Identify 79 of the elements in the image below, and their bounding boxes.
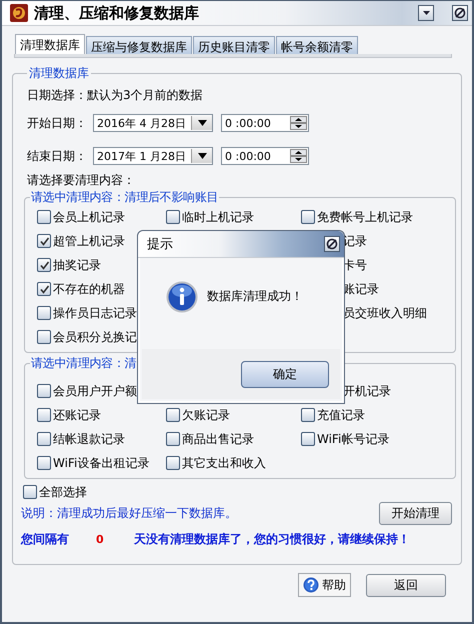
start-cleanup-button[interactable]: 开始清理 [379, 502, 452, 524]
dropdown-button[interactable] [191, 149, 212, 163]
checkbox-label: 抽奖记录 [53, 256, 101, 274]
checkbox-label: 会员上机记录 [53, 208, 125, 226]
section-title: 请选中清理内容：清 [30, 355, 138, 372]
close-icon [326, 238, 338, 250]
ok-button[interactable]: 确定 [241, 360, 329, 388]
checkbox-label: WiFi帐号记录 [317, 430, 390, 448]
checkbox[interactable] [301, 210, 315, 224]
caret-icon [198, 153, 206, 159]
minimize-button[interactable] [418, 5, 434, 21]
caret-icon [198, 120, 206, 126]
close-icon [454, 7, 466, 19]
date-field[interactable]: 2017年 1 月28日 [93, 147, 213, 165]
date-field[interactable]: 2016年 4 月28日 [93, 114, 213, 132]
time-field[interactable]: 0 :00:00 [221, 114, 309, 132]
checkbox[interactable] [37, 210, 51, 224]
checkbox-label: WiFi设备出租记录 [53, 454, 150, 472]
app-logo-icon [10, 4, 28, 22]
checkbox[interactable] [166, 408, 180, 422]
checkbox[interactable] [301, 432, 315, 446]
checkbox-label: 员交班收入明细 [343, 304, 427, 322]
days-count: 0 [95, 532, 105, 546]
date-hint: 日期选择：默认为3个月前的数据 [27, 87, 204, 104]
checkbox[interactable] [37, 384, 51, 398]
group-title: 清理数据库 [28, 65, 90, 82]
checkbox[interactable] [166, 456, 180, 470]
section-title: 请选中清理内容：清理后不影响账目 [30, 189, 220, 206]
status-text: 天没有清理数据库了，您的习惯很好，请继续保持！ [134, 530, 410, 548]
checkbox[interactable] [37, 432, 51, 446]
checkbox-label: 商品出售记录 [182, 430, 254, 448]
close-button[interactable] [324, 236, 340, 252]
checkbox-label: 结帐退款记录 [53, 430, 125, 448]
checkbox-label: 全部选择 [39, 484, 87, 500]
checkbox-label: 操作员日志记录 [53, 304, 137, 322]
checkbox[interactable] [37, 330, 51, 344]
tab[interactable]: 帐号余额清零 [276, 36, 358, 54]
caret-icon [422, 10, 430, 16]
spinner-icon [290, 116, 307, 130]
checkbox[interactable] [37, 456, 51, 470]
close-button[interactable] [452, 5, 468, 21]
checkbox-label: 还账记录 [53, 406, 101, 424]
spinner-icon [290, 149, 307, 163]
note-text: 说明：清理成功后最好压缩一下数据库。 [21, 504, 237, 522]
checkbox-label: 其它支出和收入 [182, 454, 266, 472]
dialog-title: 提示 [147, 236, 173, 253]
checkbox[interactable] [37, 258, 51, 272]
checkbox[interactable] [166, 432, 180, 446]
checkbox-label: 会员积分兑换记 [53, 328, 137, 346]
window-title: 清理、压缩和修复数据库 [34, 4, 199, 22]
back-button[interactable]: 返回 [366, 574, 446, 596]
help-icon [303, 577, 319, 593]
checkbox[interactable] [37, 282, 51, 296]
tab[interactable]: 历史账目清零 [193, 36, 275, 54]
checkbox-label: 充值记录 [317, 406, 365, 424]
checkbox-label: 免费帐号上机记录 [317, 208, 413, 226]
checkbox-label: 欠账记录 [182, 406, 230, 424]
tab[interactable]: 压缩与修复数据库 [86, 36, 192, 54]
dialog-message: 数据库清理成功！ [207, 288, 303, 305]
checkbox[interactable] [37, 234, 51, 248]
help-button[interactable]: 帮助 [298, 573, 351, 597]
checkbox-label: 超管上机记录 [53, 232, 125, 250]
checkbox-label: 临时上机记录 [182, 208, 254, 226]
checkbox-label: 卡号 [343, 256, 367, 274]
checkbox[interactable] [23, 485, 37, 499]
time-field[interactable]: 0 :00:00 [221, 147, 309, 165]
checkbox-label: 不存在的机器 [53, 280, 125, 298]
checkbox[interactable] [301, 408, 315, 422]
date-label: 开始日期： [27, 114, 88, 132]
date-label: 结束日期： [27, 148, 88, 164]
dropdown-button[interactable] [191, 116, 212, 130]
checkbox[interactable] [37, 408, 51, 422]
info-icon [166, 280, 198, 312]
status-text: 您间隔有 [21, 530, 69, 548]
checkbox[interactable] [166, 210, 180, 224]
checkbox[interactable] [37, 306, 51, 320]
checkbox-label: 会员用户开户额 [53, 382, 137, 400]
tab[interactable]: 清理数据库 [15, 34, 85, 54]
content-prompt: 请选择要清理内容： [27, 172, 136, 189]
